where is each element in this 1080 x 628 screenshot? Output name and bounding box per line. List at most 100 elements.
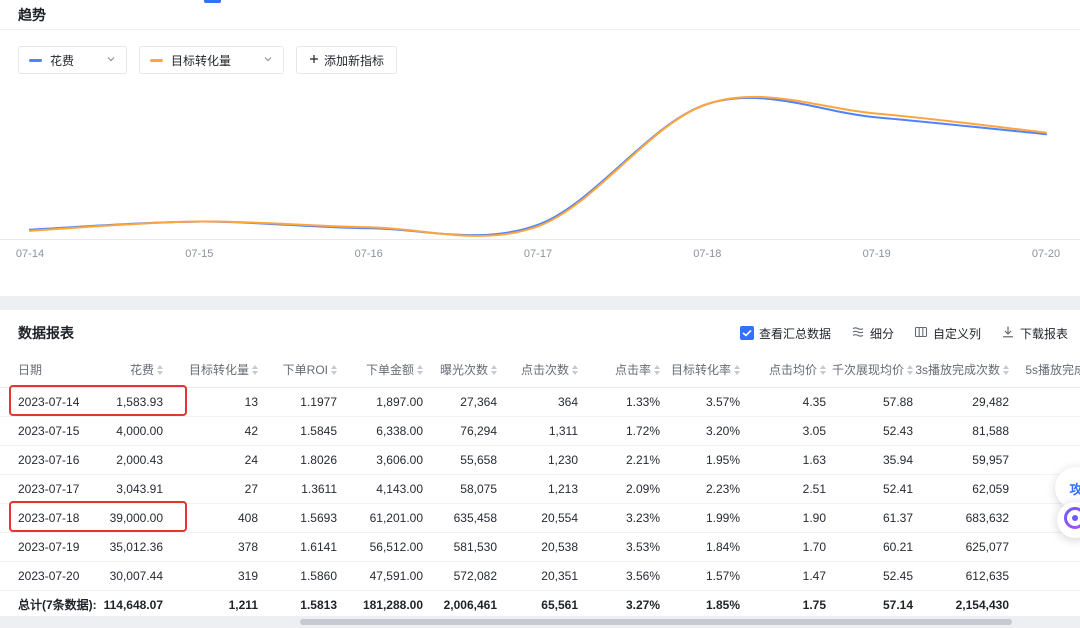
column-header-label: 点击次数 (521, 361, 569, 378)
table-cell: 20,554 (507, 503, 588, 532)
table-cell: 572,082 (433, 561, 507, 590)
sort-icon[interactable] (252, 365, 258, 375)
sort-icon[interactable] (1003, 365, 1009, 375)
column-header[interactable]: 点击次数 (507, 353, 588, 387)
table-row: 2023-07-162,000.43241.80263,606.0055,658… (0, 445, 1080, 474)
custom-columns-button[interactable]: 自定义列 (914, 325, 981, 342)
table-row: 2023-07-173,043.91271.36114,143.0058,075… (0, 474, 1080, 503)
sort-icon[interactable] (417, 365, 423, 375)
trend-chart-xaxis: 07-1407-1507-1607-1707-1807-1907-20 (0, 240, 1080, 264)
table-cell: 1.85% (670, 590, 750, 616)
table-cell: 1.70 (750, 532, 836, 561)
table-cell: 24 (173, 445, 268, 474)
table-cell (1019, 561, 1080, 590)
table-cell: 2.21% (588, 445, 670, 474)
column-header-label: 5s播放完成次数 (1025, 361, 1080, 378)
sort-icon[interactable] (572, 365, 578, 375)
table-cell: 1,311 (507, 416, 588, 445)
breakdown-button[interactable]: 细分 (851, 325, 894, 342)
table-cell: 27,364 (433, 387, 507, 416)
table-cell: 42 (173, 416, 268, 445)
table-row: 2023-07-154,000.00421.58456,338.0076,294… (0, 416, 1080, 445)
table-cell: 1.5693 (268, 503, 347, 532)
metric-select-conversion[interactable]: 目标转化量 (139, 46, 284, 74)
download-report-button[interactable]: 下载报表 (1001, 325, 1068, 342)
table-body: 2023-07-141,583.93131.19771,897.0027,364… (0, 387, 1080, 616)
table-cell: 35.94 (836, 445, 923, 474)
legend-dash-spend (29, 59, 42, 62)
table-total-row: 总计(7条数据):114,648.071,2111.5813181,288.00… (0, 590, 1080, 616)
table-cell: 13 (173, 387, 268, 416)
x-axis-label: 07-14 (16, 248, 44, 260)
table-cell: 114,648.07 (100, 590, 173, 616)
column-header[interactable]: 3s播放完成次数 (923, 353, 1019, 387)
table-cell: 2023-07-20 (0, 561, 100, 590)
download-report-label: 下载报表 (1020, 325, 1068, 342)
table-cell: 62,059 (923, 474, 1019, 503)
report-table-wrap: 日期花费目标转化量下单ROI下单金额曝光次数点击次数 点击率目标转化率点击均价千次… (0, 353, 1080, 616)
table-cell: 52.43 (836, 416, 923, 445)
column-header[interactable]: 下单ROI (268, 353, 347, 387)
table-cell: 3.53% (588, 532, 670, 561)
sort-icon[interactable] (734, 365, 740, 375)
report-card: 数据报表 查看汇总数据 细分 (0, 310, 1080, 616)
table-cell: 1.3611 (268, 474, 347, 503)
section-gap (0, 296, 1080, 310)
column-header[interactable]: 目标转化率 (670, 353, 750, 387)
column-header[interactable]: 目标转化量 (173, 353, 268, 387)
column-header[interactable]: 花费 (100, 353, 173, 387)
table-cell: 1.47 (750, 561, 836, 590)
add-metric-button[interactable]: 添加新指标 (296, 46, 397, 74)
table-cell (1019, 416, 1080, 445)
table-cell: 3.23% (588, 503, 670, 532)
metric-select-spend[interactable]: 花费 (18, 46, 127, 74)
horizontal-scrollbar-thumb[interactable] (300, 619, 1012, 625)
table-cell: 2023-07-18 (0, 503, 100, 532)
table-cell: 1.1977 (268, 387, 347, 416)
table-cell: 1.75 (750, 590, 836, 616)
table-cell: 65,561 (507, 590, 588, 616)
column-header: 日期 (0, 353, 100, 387)
column-header[interactable]: 点击均价 (750, 353, 836, 387)
table-cell: 683,632 (923, 503, 1019, 532)
table-cell: 1.90 (750, 503, 836, 532)
column-header[interactable]: 千次展现均价 (836, 353, 923, 387)
tab-active-indicator[interactable] (204, 0, 221, 3)
sort-icon[interactable] (331, 365, 337, 375)
column-header[interactable]: 下单金额 (347, 353, 433, 387)
table-cell: 3.20% (670, 416, 750, 445)
table-cell: 378 (173, 532, 268, 561)
column-header[interactable]: 5s播放完成次数 (1019, 353, 1080, 387)
summary-checkbox[interactable]: 查看汇总数据 (740, 325, 831, 342)
sort-icon[interactable] (491, 365, 497, 375)
table-cell: 4,000.00 (100, 416, 173, 445)
table-cell: 2023-07-15 (0, 416, 100, 445)
trend-chart (0, 88, 1080, 240)
trend-title-row: 趋势 (0, 0, 1080, 30)
table-cell: 1.33% (588, 387, 670, 416)
table-cell: 6,338.00 (347, 416, 433, 445)
sort-icon[interactable] (907, 365, 913, 375)
table-cell: 1.84% (670, 532, 750, 561)
sort-icon[interactable] (820, 365, 826, 375)
table-cell: 3,606.00 (347, 445, 433, 474)
table-cell: 3,043.91 (100, 474, 173, 503)
column-header[interactable]: 曝光次数 (433, 353, 507, 387)
column-header-label: 3s播放完成次数 (915, 361, 1000, 378)
table-cell: 2,006,461 (433, 590, 507, 616)
column-header[interactable]: 点击率 (588, 353, 670, 387)
table-cell: 1.8026 (268, 445, 347, 474)
sort-icon[interactable] (157, 365, 163, 375)
table-cell: 2023-07-19 (0, 532, 100, 561)
table-cell: 408 (173, 503, 268, 532)
table-cell: 52.41 (836, 474, 923, 503)
sort-icon[interactable] (654, 365, 660, 375)
table-cell: 27 (173, 474, 268, 503)
table-cell: 2,000.43 (100, 445, 173, 474)
table-cell: 30,007.44 (100, 561, 173, 590)
table-cell: 29,482 (923, 387, 1019, 416)
table-cell: 581,530 (433, 532, 507, 561)
breakdown-label: 细分 (870, 325, 894, 342)
chevron-down-icon (263, 53, 273, 67)
chart-line-花费 (30, 98, 1046, 235)
